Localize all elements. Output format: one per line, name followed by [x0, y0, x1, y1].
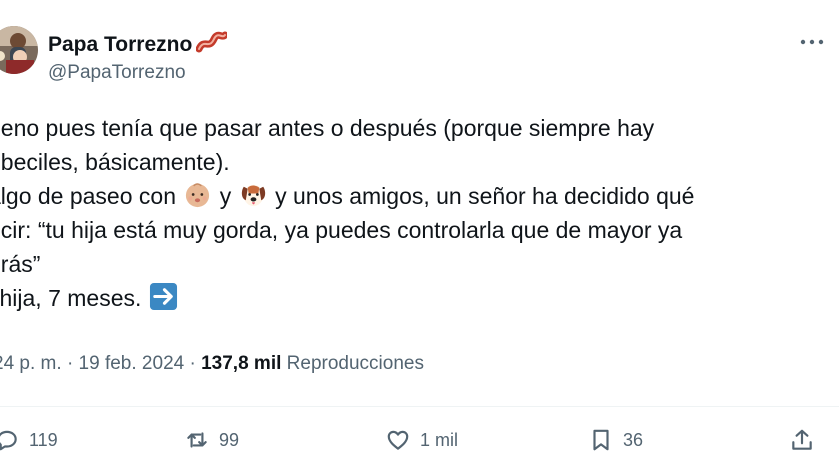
tweet-line-3: algo de paseo con y y unos amigos, un se… — [0, 179, 833, 213]
bookmark-count: 36 — [623, 429, 644, 450]
author-handle[interactable]: @PapaTorrezno — [48, 61, 186, 85]
bookmark-icon — [593, 429, 609, 451]
author-name-text: Papa Torrezno — [48, 33, 193, 56]
bookmark-button[interactable]: 36 — [588, 424, 643, 456]
heart-icon — [387, 430, 409, 450]
tweet-time-link[interactable]: 24 p. m. · 19 feb. 2024 — [0, 353, 184, 374]
tweet-line-2: nbeciles, básicamente). — [0, 149, 230, 175]
tweet-text: ueno pues tenía que pasar antes o despué… — [0, 111, 833, 315]
retweet-count: 99 — [219, 429, 240, 450]
tweet-line-3-end: y unos amigos, un señor ha decidido qué — [275, 183, 695, 209]
tweet-line-4: ecir: “tu hija está muy gorda, ya puedes… — [0, 217, 683, 243]
more-options-button[interactable] — [796, 28, 828, 56]
share-button[interactable] — [789, 424, 815, 456]
actions-divider — [0, 406, 839, 407]
like-button[interactable]: 1 mil — [385, 424, 458, 456]
right-arrow-emoji-icon — [149, 282, 178, 311]
tweet-line-6: i hija, 7 meses. — [0, 281, 833, 315]
author-display-name[interactable]: Papa Torrezno — [48, 31, 229, 62]
reply-count: 119 — [29, 429, 58, 450]
reply-icon — [0, 430, 17, 451]
baby-face-emoji-icon — [183, 180, 212, 209]
tweet-line-6-text: i hija, 7 meses. — [0, 285, 142, 311]
tweet-time: 24 p. m. — [0, 353, 62, 374]
share-icon — [792, 429, 812, 450]
retweet-button[interactable]: 99 — [184, 424, 239, 456]
tweet-meta: 24 p. m. · 19 feb. 2024 · 137,8 mil Repr… — [0, 351, 424, 377]
tweet-line-3-middle: y — [219, 183, 232, 209]
views-count[interactable]: 137,8 mil — [201, 353, 281, 374]
dog-face-emoji-icon — [239, 180, 268, 209]
tweet-line-1: ueno pues tenía que pasar antes o despué… — [0, 115, 655, 141]
more-horizontal-icon — [800, 39, 824, 45]
views-label: Reproducciones — [286, 353, 424, 374]
reply-button[interactable]: 119 — [0, 424, 58, 456]
meta-separator: · — [189, 353, 196, 374]
tweet-line-3-start: algo de paseo con — [0, 183, 176, 209]
avatar[interactable] — [0, 26, 38, 74]
tweet-line-5: erás” — [0, 251, 41, 277]
retweet-icon — [187, 432, 207, 448]
meta-separator: · — [66, 353, 74, 374]
tweet-date: 19 feb. 2024 — [78, 353, 185, 374]
bacon-emoji-icon — [195, 31, 229, 62]
profile-photo-icon — [0, 26, 38, 74]
like-count: 1 mil — [420, 429, 459, 450]
